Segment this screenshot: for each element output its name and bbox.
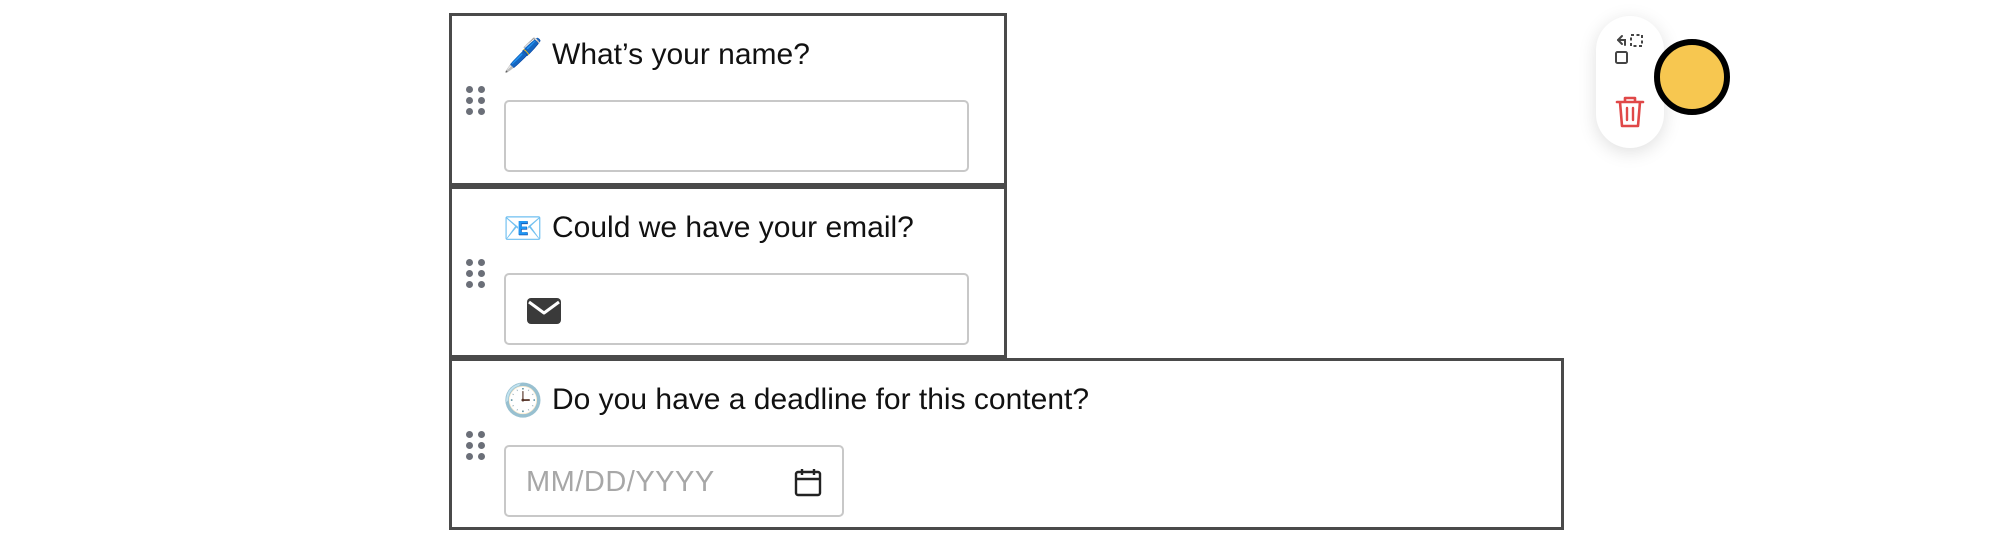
question-block-name[interactable]: 🖊️ What’s your name? xyxy=(449,13,1007,186)
question-block-email[interactable]: 📧 Could we have your email? xyxy=(449,186,1007,358)
trash-icon xyxy=(1615,96,1645,128)
name-input[interactable] xyxy=(504,100,969,172)
pen-icon: 🖊️ xyxy=(503,37,543,73)
question-title: 🖊️ What’s your name? xyxy=(503,36,810,74)
delete-button[interactable] xyxy=(1610,92,1650,132)
clock-icon: 🕒 xyxy=(503,382,543,418)
form-builder-canvas: 🖊️ What’s your name? 📧 Could we have you… xyxy=(0,0,2007,552)
calendar-icon[interactable] xyxy=(794,467,822,497)
resize-button[interactable] xyxy=(1610,30,1650,70)
question-label: Do you have a deadline for this content? xyxy=(552,383,1090,416)
resize-icon xyxy=(1615,34,1643,64)
email-envelope-icon: 📧 xyxy=(503,210,543,246)
question-label: What’s your name? xyxy=(552,38,810,71)
envelope-icon xyxy=(527,298,561,324)
drag-handle-icon[interactable] xyxy=(466,259,486,289)
question-title: 🕒 Do you have a deadline for this conten… xyxy=(503,381,1090,419)
drag-handle-icon[interactable] xyxy=(466,86,486,116)
question-block-deadline[interactable]: 🕒 Do you have a deadline for this conten… xyxy=(449,358,1564,530)
email-input[interactable] xyxy=(504,273,969,345)
drag-handle-icon[interactable] xyxy=(466,431,486,461)
date-placeholder: MM/DD/YYYY xyxy=(526,466,715,498)
date-input[interactable]: MM/DD/YYYY xyxy=(504,445,844,517)
question-label: Could we have your email? xyxy=(552,211,914,244)
color-swatch-button[interactable] xyxy=(1654,39,1730,115)
question-title: 📧 Could we have your email? xyxy=(503,209,914,247)
